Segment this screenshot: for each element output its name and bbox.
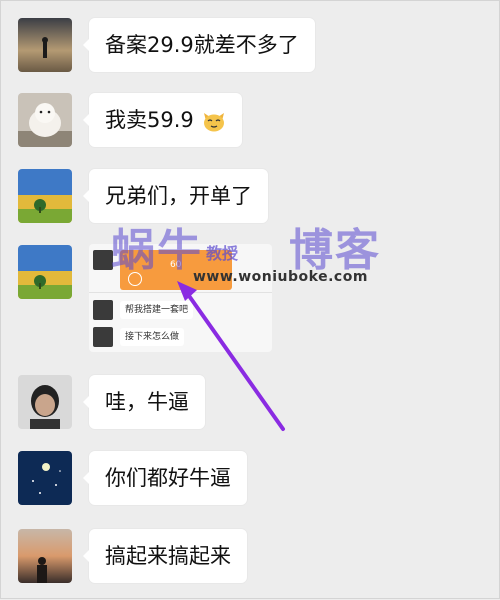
annotation-arrow-icon (177, 281, 285, 431)
